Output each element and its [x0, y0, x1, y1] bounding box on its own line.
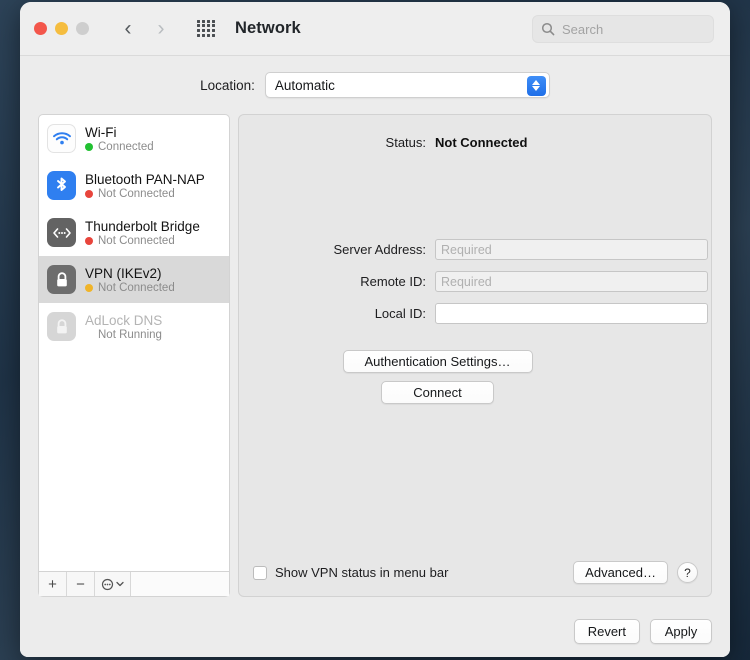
- local-id-label: Local ID:: [374, 306, 426, 321]
- show-vpn-status-label: Show VPN status in menu bar: [275, 565, 449, 580]
- remote-id-label: Remote ID:: [360, 274, 426, 289]
- service-name: VPN (IKEv2): [85, 265, 162, 281]
- navigation-controls: ‹ ›: [115, 16, 217, 42]
- page-title: Network: [235, 19, 301, 37]
- remote-id-input[interactable]: [435, 271, 708, 292]
- remote-id-row: Remote ID:: [239, 271, 711, 292]
- location-row: Location: Automatic: [38, 72, 712, 98]
- sidebar-item-text: AdLock DNS Not Running: [85, 313, 162, 341]
- action-menu-button[interactable]: [95, 572, 131, 596]
- show-vpn-status-checkbox[interactable]: [253, 565, 267, 580]
- service-name: Thunderbolt Bridge: [85, 218, 200, 234]
- service-name: Bluetooth PAN-NAP: [85, 171, 205, 187]
- forward-chevron-icon[interactable]: ›: [148, 16, 174, 42]
- search-field[interactable]: Search: [532, 15, 714, 43]
- panes: Wi-Fi Connected Bluetooth PAN-NAP Not Co…: [38, 114, 712, 597]
- service-name: Wi-Fi: [85, 124, 117, 140]
- status-dot: [85, 236, 93, 245]
- service-status: Not Connected: [85, 282, 175, 294]
- minimize-button[interactable]: [55, 22, 68, 35]
- status-badge: Not Connected: [435, 135, 528, 150]
- status-dot: [85, 142, 93, 151]
- authentication-settings-button[interactable]: Authentication Settings…: [342, 350, 533, 373]
- show-vpn-status-checkbox-row[interactable]: Show VPN status in menu bar: [253, 565, 448, 580]
- service-status: Not Connected: [85, 188, 205, 200]
- remove-service-button[interactable]: −: [67, 572, 95, 596]
- sidebar-item-thunderbolt-bridge[interactable]: Thunderbolt Bridge Not Connected: [39, 209, 229, 256]
- status-dot: [85, 283, 93, 292]
- sidebar-item-bluetooth-pan-nap[interactable]: Bluetooth PAN-NAP Not Connected: [39, 162, 229, 209]
- location-label: Location:: [200, 77, 255, 93]
- connect-button[interactable]: Connect: [381, 381, 494, 404]
- status-label: Status:: [385, 135, 426, 150]
- service-name: AdLock DNS: [85, 312, 163, 328]
- sidebar-item-text: VPN (IKEv2) Not Connected: [85, 266, 175, 294]
- server-address-row: Server Address:: [239, 239, 711, 260]
- window-footer: Revert Apply: [20, 605, 730, 657]
- detail-footer: Show VPN status in menu bar Advanced… ?: [253, 561, 698, 584]
- wifi-icon: [47, 124, 76, 153]
- lock-icon: [47, 265, 76, 294]
- action-buttons: Authentication Settings… Connect: [239, 350, 711, 404]
- network-preferences-window: ‹ › Network Search Location: Automatic W…: [20, 2, 730, 657]
- help-button[interactable]: ?: [677, 562, 698, 583]
- sidebar-item-adlock-dns[interactable]: AdLock DNS Not Running: [39, 303, 229, 350]
- service-status: Not Running: [98, 328, 162, 341]
- advanced-button[interactable]: Advanced…: [573, 561, 668, 584]
- local-id-input[interactable]: [435, 303, 708, 324]
- location-stepper-icon[interactable]: [526, 75, 546, 96]
- sidebar-toolbar-filler: [131, 572, 229, 596]
- zoom-button[interactable]: [76, 22, 89, 35]
- chevron-down-icon: [116, 581, 124, 587]
- preferences-content: Location: Automatic Wi-Fi Connected Blue…: [20, 56, 730, 605]
- status-dot: [85, 189, 93, 198]
- sidebar-item-vpn-ikev2[interactable]: VPN (IKEv2) Not Connected: [39, 256, 229, 303]
- vpn-detail-pane: Status: Not Connected Server Address: Re…: [238, 114, 712, 597]
- sidebar-item-wifi[interactable]: Wi-Fi Connected: [39, 115, 229, 162]
- detail-footer-buttons: Advanced… ?: [573, 561, 698, 584]
- location-popup-button[interactable]: Automatic: [264, 72, 550, 98]
- revert-button[interactable]: Revert: [573, 618, 640, 644]
- service-status: Not Connected: [85, 235, 200, 247]
- action-menu-icon: [101, 578, 114, 590]
- traffic-light-buttons: [34, 22, 89, 35]
- sidebar-item-text: Thunderbolt Bridge Not Connected: [85, 219, 200, 247]
- service-status: Connected: [85, 141, 154, 153]
- add-service-button[interactable]: +: [39, 572, 67, 596]
- search-placeholder: Search: [562, 21, 604, 37]
- window-titlebar: ‹ › Network Search: [20, 2, 730, 56]
- lock-icon: [47, 312, 76, 341]
- search-icon: [541, 22, 555, 36]
- status-row: Status: Not Connected: [239, 135, 711, 150]
- back-chevron-icon[interactable]: ‹: [115, 16, 141, 42]
- apply-button[interactable]: Apply: [650, 618, 712, 644]
- server-address-input[interactable]: [435, 239, 708, 260]
- bluetooth-icon: [47, 171, 76, 200]
- sidebar-toolbar: + −: [38, 571, 230, 597]
- sidebar-item-text: Bluetooth PAN-NAP Not Connected: [85, 172, 205, 200]
- service-sidebar: Wi-Fi Connected Bluetooth PAN-NAP Not Co…: [38, 114, 230, 597]
- server-address-label: Server Address:: [333, 242, 427, 257]
- sidebar-item-text: Wi-Fi Connected: [85, 125, 154, 153]
- service-list: Wi-Fi Connected Bluetooth PAN-NAP Not Co…: [38, 114, 230, 571]
- show-all-grid-icon[interactable]: [195, 18, 217, 40]
- thunderbolt-bridge-icon: [47, 218, 76, 247]
- close-button[interactable]: [34, 22, 47, 35]
- location-value: Automatic: [274, 77, 335, 93]
- local-id-row: Local ID:: [239, 303, 711, 324]
